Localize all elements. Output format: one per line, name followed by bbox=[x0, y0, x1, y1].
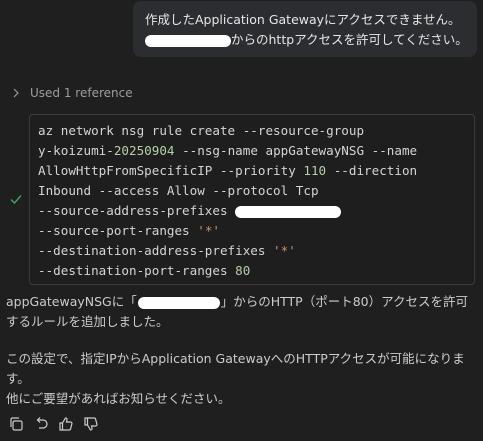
thumbs-down-icon[interactable] bbox=[83, 416, 99, 432]
code-number: 80 bbox=[235, 263, 251, 278]
code-token: --nsg-name appGatewayNSG --name bbox=[174, 143, 418, 158]
thumbs-up-icon[interactable] bbox=[58, 416, 74, 432]
user-message-line-1: 作成したApplication Gatewayにアクセスできません。 bbox=[145, 12, 461, 27]
code-line-2: y-koizumi-20250904 --nsg-name appGateway… bbox=[38, 141, 474, 161]
code-line-5: --source-address-prefixes bbox=[38, 201, 474, 221]
code-line-4: Inbound --access Allow --protocol Tcp bbox=[38, 183, 319, 198]
code-token: --direction bbox=[326, 163, 418, 178]
response-paragraph-2: この設定で、指定IPからApplication GatewayへのHTTPアクセ… bbox=[6, 349, 478, 409]
code-number: 110 bbox=[303, 163, 327, 178]
response-actions bbox=[8, 416, 99, 432]
checkmark-icon bbox=[10, 195, 22, 205]
code-line-7: --destination-address-prefixes '*' bbox=[38, 241, 474, 261]
code-string: '*' bbox=[197, 223, 220, 238]
response-paragraph-1: appGatewayNSGに「 」からのHTTP（ポート80）アクセスを許可するル… bbox=[6, 292, 478, 332]
code-token: --destination-address-prefixes bbox=[38, 243, 274, 258]
redacted-ip bbox=[137, 296, 220, 309]
code-line-3: AllowHttpFromSpecificIP --priority 110 -… bbox=[38, 161, 474, 181]
code-line-6: --source-port-ranges '*' bbox=[38, 221, 474, 241]
code-token: --source-address-prefixes bbox=[38, 203, 236, 218]
code-token: y-koizumi- bbox=[38, 143, 114, 158]
user-message-line-2: からのhttpアクセスを許可してください。 bbox=[145, 30, 468, 50]
code-line-8: --destination-port-ranges 80 bbox=[38, 261, 474, 281]
code-token: AllowHttpFromSpecificIP --priority bbox=[38, 163, 304, 178]
retry-icon[interactable] bbox=[33, 416, 49, 432]
response-text: 他にご要望があればお知らせください。 bbox=[6, 391, 231, 406]
user-message-bubble: 作成したApplication Gatewayにアクセスできません。 からのht… bbox=[133, 1, 477, 57]
code-token: --source-port-ranges bbox=[38, 223, 198, 238]
response-text: この設定で、指定IPからApplication GatewayへのHTTPアクセ… bbox=[6, 351, 465, 386]
chat-panel: 作成したApplication Gatewayにアクセスできません。 からのht… bbox=[0, 0, 483, 441]
response-text: appGatewayNSGに「 bbox=[6, 294, 137, 309]
copy-icon[interactable] bbox=[8, 416, 24, 432]
chevron-right-icon bbox=[13, 88, 19, 98]
redacted-ip bbox=[145, 34, 231, 47]
code-number: 20250904 bbox=[113, 143, 175, 158]
code-line-1: az network nsg rule create --resource-gr… bbox=[38, 123, 365, 138]
code-string: '*' bbox=[273, 243, 296, 258]
used-reference-toggle[interactable]: Used 1 reference bbox=[12, 84, 133, 102]
used-reference-label: Used 1 reference bbox=[30, 86, 133, 100]
code-block[interactable]: az network nsg rule create --resource-gr… bbox=[29, 114, 475, 285]
code-token: --destination-port-ranges bbox=[38, 263, 236, 278]
user-message-line-2-text: からのhttpアクセスを許可してください。 bbox=[231, 32, 468, 47]
redacted-ip bbox=[235, 205, 342, 218]
